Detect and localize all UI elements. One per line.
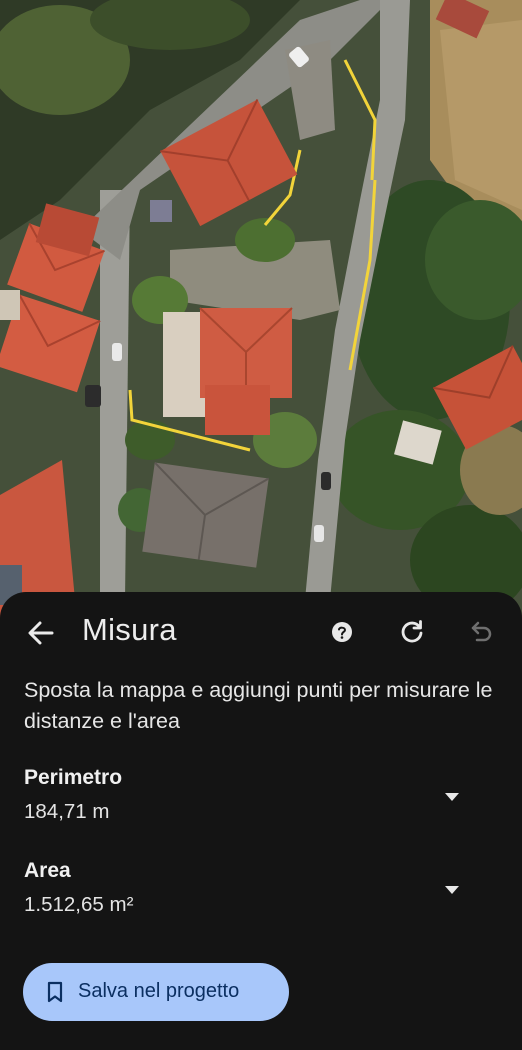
area-value: 1.512,65 m² xyxy=(24,893,134,916)
undo-icon xyxy=(471,621,492,642)
arrow-left-icon xyxy=(28,621,54,645)
save-button-label: Salva nel progetto xyxy=(78,980,240,1002)
satellite-map[interactable] xyxy=(0,0,522,620)
area-row[interactable]: Area 1.512,65 m² xyxy=(0,859,522,929)
help-button[interactable] xyxy=(330,620,354,644)
perimeter-row[interactable]: Perimetro 184,71 m xyxy=(0,766,522,836)
bookmark-icon xyxy=(47,981,63,1003)
perimeter-label: Perimetro xyxy=(24,766,123,789)
back-button[interactable] xyxy=(22,614,60,652)
instructions-text: Sposta la mappa e aggiungi punti per mis… xyxy=(24,678,493,733)
reset-button[interactable] xyxy=(398,618,426,646)
undo-button[interactable] xyxy=(468,618,496,646)
measure-panel: Misura Sposta la mappa e aggiungi punti … xyxy=(0,592,522,1050)
refresh-icon xyxy=(401,620,423,643)
save-to-project-button[interactable]: Salva nel progetto xyxy=(23,963,289,1021)
caret-down-icon xyxy=(445,793,459,801)
caret-down-icon xyxy=(445,886,459,894)
help-icon xyxy=(332,622,352,642)
area-label: Area xyxy=(24,859,71,882)
perimeter-value: 184,71 m xyxy=(24,800,110,823)
aerial-imagery xyxy=(0,0,522,620)
panel-header: Misura xyxy=(0,592,522,674)
page-title: Misura xyxy=(82,612,177,647)
